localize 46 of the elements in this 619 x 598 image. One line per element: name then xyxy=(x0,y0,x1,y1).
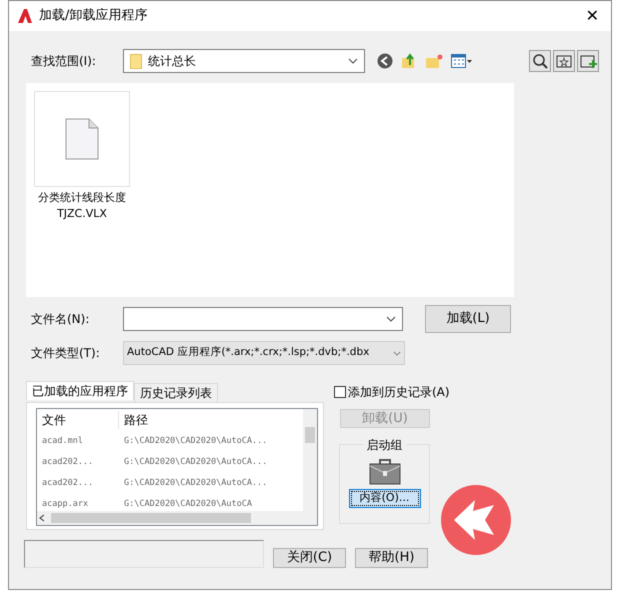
table-cell-text: acad202... xyxy=(41,456,94,469)
search-icon[interactable] xyxy=(529,50,551,72)
table-cell-text: acad.mnl xyxy=(41,435,84,448)
folder-icon xyxy=(130,54,142,68)
tab[interactable]: 历史记录列表 xyxy=(134,383,218,402)
table-cell-text: G:\CAD2020\CAD2020\AutoCA... xyxy=(123,456,268,469)
chevron-down-icon xyxy=(393,350,401,356)
file-name-field[interactable] xyxy=(123,307,403,331)
briefcase-icon xyxy=(368,457,400,485)
contents-button[interactable]: 内容(O)... xyxy=(348,489,420,508)
back-icon[interactable] xyxy=(377,53,393,69)
file-icon xyxy=(65,118,99,160)
look-in-label: 查找范围(I): xyxy=(31,53,97,70)
view-menu-icon[interactable] xyxy=(451,54,473,68)
add-folder-icon[interactable] xyxy=(577,50,599,72)
chevron-down-icon xyxy=(386,316,396,322)
arrow-callout-icon xyxy=(441,485,511,555)
table-cell-text: acad202... xyxy=(41,477,94,490)
new-folder-icon[interactable] xyxy=(425,53,443,69)
help-button[interactable]: 帮助(H) xyxy=(355,548,428,568)
table-cell-text: acapp.arx xyxy=(41,498,90,511)
scroll-left-icon[interactable] xyxy=(39,514,45,522)
chevron-down-icon xyxy=(348,58,358,64)
close-button[interactable]: ✕ xyxy=(582,4,603,28)
column-header[interactable]: 路径 xyxy=(119,411,303,429)
load-button[interactable]: 加载(L) xyxy=(425,305,511,333)
file-type-label: 文件类型(T): xyxy=(31,345,101,362)
app-logo-icon xyxy=(17,8,33,24)
file-type-dropdown[interactable]: AutoCAD 应用程序(*.arx;*.crx;*.lsp;*.dvb;*.dbx xyxy=(123,341,405,365)
horizontal-scrollbar[interactable] xyxy=(37,511,303,525)
vertical-scrollbar[interactable] xyxy=(303,409,317,525)
file-name: 分类统计线段长度TJZC.VLX xyxy=(37,190,127,222)
checkbox[interactable] xyxy=(334,386,346,398)
star-folder-icon[interactable] xyxy=(553,50,575,72)
table-cell-text: G:\CAD2020\CAD2020\AutoCA... xyxy=(123,477,268,490)
table-cell-text: G:\CAD2020\CAD2020\AutoCA xyxy=(123,498,252,511)
window-title: 加载/卸载应用程序 xyxy=(39,7,148,26)
tab[interactable]: 已加载的应用程序 xyxy=(26,381,134,400)
file-name-label: 文件名(N): xyxy=(31,311,90,328)
close-dialog-button[interactable]: 关闭(C) xyxy=(273,548,346,568)
column-header[interactable]: 文件 xyxy=(37,411,119,429)
up-folder-icon[interactable] xyxy=(401,53,417,69)
look-in-dropdown[interactable]: 统计总长 xyxy=(123,49,365,73)
checkbox-label: 添加到历史记录(A) xyxy=(348,384,450,401)
group-title: 启动组 xyxy=(362,436,406,454)
table-cell-text: G:\CAD2020\CAD2020\AutoCA... xyxy=(123,435,268,448)
